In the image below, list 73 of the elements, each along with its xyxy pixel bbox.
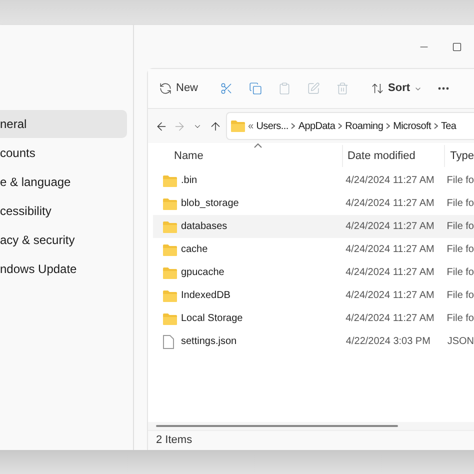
pen-icon xyxy=(307,82,320,95)
folder-icon xyxy=(163,290,177,302)
chevron-right-icon xyxy=(434,123,438,129)
breadcrumb-item[interactable]: Tea xyxy=(440,118,456,134)
file-name: IndexedDB xyxy=(181,289,230,303)
chevron-right-icon xyxy=(386,123,390,129)
folder-icon xyxy=(163,174,177,186)
file-row[interactable]: .bin 4/24/2024 11:27 AM File fo xyxy=(153,169,474,192)
file-name: Local Storage xyxy=(181,312,243,326)
file-name: blob_storage xyxy=(181,197,239,211)
folder-icon xyxy=(231,120,245,132)
more-icon xyxy=(438,87,450,90)
file-name: settings.json xyxy=(181,335,237,349)
file-row[interactable]: IndexedDB 4/24/2024 11:27 AM File fo xyxy=(153,284,474,307)
new-button[interactable]: New xyxy=(158,76,200,100)
type-cell-text: File fo xyxy=(446,266,474,280)
folder-icon xyxy=(163,244,177,256)
column-header[interactable]: Name xyxy=(148,145,344,167)
overflow-chevrons[interactable]: « xyxy=(248,118,254,134)
file-row[interactable]: settings.json 4/22/2024 3:03 PM JSON xyxy=(153,330,474,353)
sidebar-item[interactable]: neral xyxy=(0,110,127,138)
date-cell-text: 4/24/2024 11:27 AM xyxy=(344,174,436,188)
type-cell-text: File fo xyxy=(446,243,474,257)
file-name: .bin xyxy=(181,174,198,188)
up-arrow-icon xyxy=(208,120,222,132)
file-row[interactable]: Local Storage 4/24/2024 11:27 AM File fo xyxy=(153,307,474,330)
date-cell-text: 4/24/2024 11:27 AM xyxy=(344,266,436,280)
breadcrumb-item[interactable]: Roaming xyxy=(345,118,384,134)
sort-caret-icon xyxy=(254,143,262,148)
file-row[interactable]: gpucache 4/24/2024 11:27 AM File fo xyxy=(153,261,474,284)
type-cell-text: File fo xyxy=(446,174,474,188)
item-count: 2 Items xyxy=(156,433,192,448)
file-name: cache xyxy=(181,243,208,257)
type-cell-text: File fo xyxy=(446,312,474,326)
folder-icon xyxy=(163,198,177,210)
file-name: databases xyxy=(181,220,228,234)
column-header[interactable]: Date modified xyxy=(343,145,446,167)
type-cell-text: File fo xyxy=(446,197,474,211)
file-row[interactable]: cache 4/24/2024 11:27 AM File fo xyxy=(153,238,474,261)
clipboard-icon xyxy=(278,82,292,95)
circular-arrows-icon xyxy=(159,82,172,95)
breadcrumb-item[interactable]: Users... xyxy=(256,118,288,134)
date-cell-text: 4/22/2024 3:03 PM xyxy=(344,335,432,349)
date-cell-text: 4/24/2024 11:27 AM xyxy=(344,312,436,326)
scissors-icon xyxy=(220,82,234,95)
sort-arrows-icon xyxy=(371,82,384,95)
address-bar[interactable]: « Users... AppData Roaming Microsoft Tea xyxy=(226,112,474,140)
folder-icon xyxy=(163,312,177,324)
column-header[interactable]: Type xyxy=(445,145,474,167)
breadcrumb-item[interactable]: Microsoft xyxy=(393,118,431,134)
sort-button[interactable]: Sort xyxy=(370,76,424,100)
maximize-icon[interactable] xyxy=(452,42,462,52)
type-cell-text: JSON xyxy=(446,335,474,349)
date-cell-text: 4/24/2024 11:27 AM xyxy=(344,197,436,211)
type-cell-text: File fo xyxy=(446,220,474,234)
date-cell-text: 4/24/2024 11:27 AM xyxy=(344,220,436,234)
folder-icon xyxy=(163,266,177,278)
breadcrumb-item[interactable]: AppData xyxy=(298,118,336,134)
chevron-right-icon xyxy=(338,123,342,129)
folder-icon xyxy=(163,220,177,232)
file-icon xyxy=(163,334,174,348)
copy-icon xyxy=(249,82,262,95)
file-row[interactable]: databases 4/24/2024 11:27 AM File fo xyxy=(153,215,474,238)
type-cell-text: File fo xyxy=(446,289,474,303)
back-arrow-icon xyxy=(154,120,168,132)
date-cell-text: 4/24/2024 11:27 AM xyxy=(344,289,436,303)
file-row[interactable]: blob_storage 4/24/2024 11:27 AM File fo xyxy=(153,192,474,215)
forward-arrow-icon xyxy=(172,120,186,132)
scrollbar-thumb[interactable] xyxy=(156,425,398,427)
chevron-right-icon xyxy=(291,123,296,129)
date-cell-text: 4/24/2024 11:27 AM xyxy=(344,243,436,257)
file-name: gpucache xyxy=(181,266,224,280)
trash-icon xyxy=(336,82,350,95)
